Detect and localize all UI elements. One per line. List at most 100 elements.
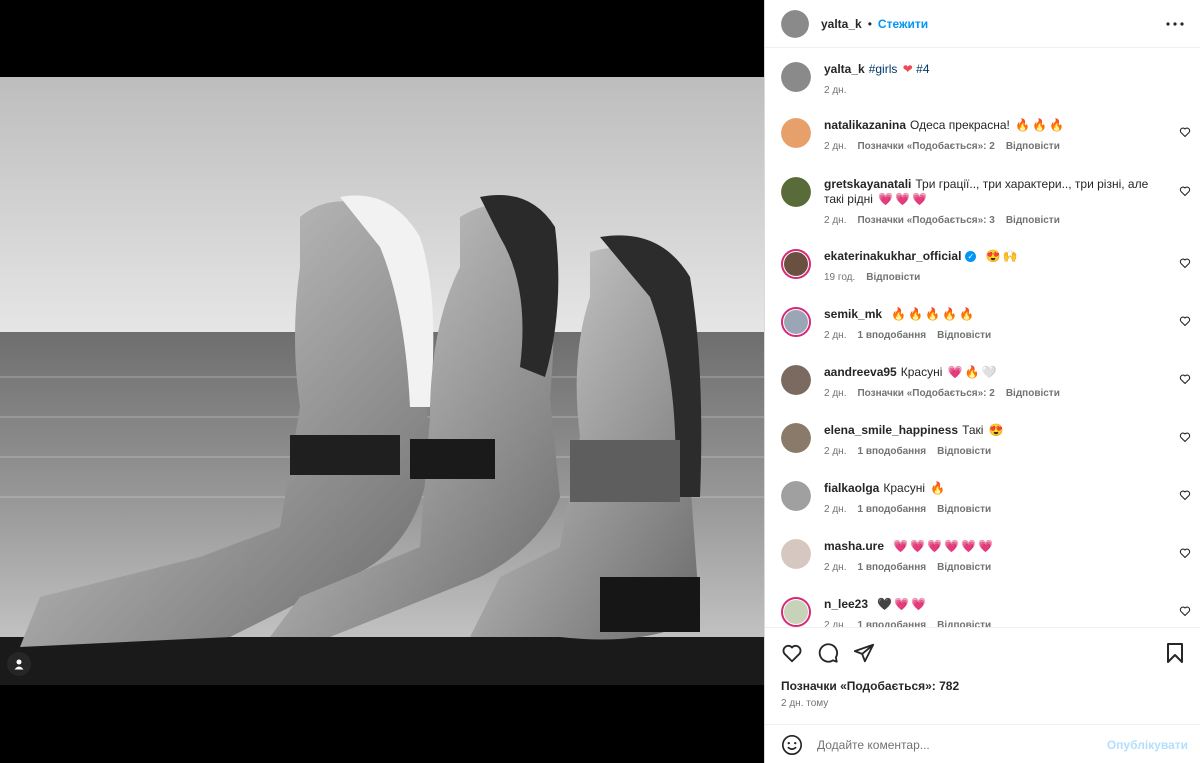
post-comment-button[interactable]: Опублікувати [1107, 738, 1188, 752]
comment-input[interactable] [817, 737, 1107, 752]
like-icon[interactable] [781, 642, 805, 666]
comment-username[interactable]: gretskayanatali [824, 177, 911, 191]
comment-username[interactable]: elena_smile_happiness [824, 423, 958, 437]
like-comment-icon[interactable] [1179, 605, 1193, 619]
emoji: 🔥 [959, 307, 975, 321]
comment-item: elena_smile_happiness Такі 😍 2 дн. 1 впод… [781, 423, 1193, 457]
comment-likes[interactable]: 1 вподобання [857, 620, 926, 627]
comment-time: 2 дн. [824, 446, 847, 457]
avatar[interactable] [781, 539, 811, 569]
like-comment-icon[interactable] [1179, 547, 1193, 561]
emoji: 💗 [944, 539, 960, 553]
comment-likes[interactable]: 1 вподобання [857, 504, 926, 515]
comment-item: fialkaolga Красуні 🔥 2 дн. 1 вподобання В… [781, 481, 1193, 515]
verified-badge-icon: ✓ [965, 251, 977, 262]
share-icon[interactable] [853, 642, 877, 666]
avatar[interactable] [781, 597, 811, 627]
avatar[interactable] [781, 177, 811, 207]
comment-likes[interactable]: Позначки «Подобається»: 2 [857, 388, 994, 399]
like-comment-icon[interactable] [1179, 315, 1193, 329]
emoji: 🔥 [891, 307, 907, 321]
reply-button[interactable]: Відповісти [937, 446, 991, 457]
emoji: 🙌 [1002, 249, 1018, 263]
avatar[interactable] [781, 249, 811, 279]
comment-likes[interactable]: 1 вподобання [857, 562, 926, 573]
comment-username[interactable]: masha.ure [824, 539, 884, 553]
avatar[interactable] [781, 481, 811, 511]
comment-icon[interactable] [817, 642, 841, 666]
like-comment-icon[interactable] [1179, 489, 1193, 503]
comment-username[interactable]: ekaterinakukhar_official [824, 249, 961, 263]
emoji: 💗 [910, 539, 926, 553]
reply-button[interactable]: Відповісти [937, 330, 991, 341]
emoji: 🔥 [942, 307, 958, 321]
comment-time: 2 дн. [824, 330, 847, 341]
post-photo[interactable] [0, 77, 764, 685]
follow-button[interactable]: Стежити [878, 17, 928, 31]
likes-count[interactable]: Позначки «Подобається»: 782 [781, 679, 959, 693]
comment-likes[interactable]: 1 вподобання [857, 446, 926, 457]
like-comment-icon[interactable] [1179, 185, 1193, 199]
comment-time: 2 дн. [824, 215, 847, 226]
like-comment-icon[interactable] [1179, 431, 1193, 445]
comment-likes[interactable]: Позначки «Подобається»: 3 [857, 215, 994, 226]
post-sidebar: yalta_k • Стежити yalta_k #girls ❤ #4 2 д… [764, 0, 1200, 763]
reply-button[interactable]: Відповісти [937, 562, 991, 573]
comments-list[interactable]: yalta_k #girls ❤ #4 2 дн. natalikazanina О… [765, 49, 1200, 627]
comment-text: Красуні [883, 481, 925, 495]
post-header: yalta_k • Стежити [765, 0, 1200, 48]
emoji: 💗 [878, 192, 894, 206]
caption-username[interactable]: yalta_k [824, 62, 865, 76]
avatar[interactable] [781, 62, 811, 92]
emoji: 💗 [978, 539, 994, 553]
like-comment-icon[interactable] [1179, 373, 1193, 387]
comment-item: masha.ure 💗 💗 💗 💗 💗 💗 2 дн. 1 вподобання Відп… [781, 539, 1193, 573]
post-caption: yalta_k #girls ❤ #4 2 дн. [781, 62, 1193, 96]
emoji: 💗 [927, 539, 943, 553]
reply-button[interactable]: Відповісти [937, 620, 991, 627]
reply-button[interactable]: Відповісти [1006, 141, 1060, 152]
add-comment-bar: Опублікувати [765, 724, 1200, 763]
comment-username[interactable]: semik_mk [824, 307, 882, 321]
hashtag-link[interactable]: #girls [869, 62, 898, 76]
hashtag-link[interactable]: #4 [916, 62, 929, 76]
comment-time: 2 дн. [824, 388, 847, 399]
comment-time: 2 дн. [824, 141, 847, 152]
emoji: 🔥 [1032, 118, 1048, 132]
avatar[interactable] [781, 9, 809, 38]
like-comment-icon[interactable] [1179, 126, 1193, 140]
avatar[interactable] [781, 307, 811, 337]
comment-item: semik_mk 🔥 🔥 🔥 🔥 🔥 2 дн. 1 вподобання Відпов… [781, 307, 1193, 341]
emoji: 🔥 [1015, 118, 1031, 132]
emoji: 💗 [961, 539, 977, 553]
avatar[interactable] [781, 365, 811, 395]
emoji-icon[interactable] [781, 734, 803, 756]
reply-button[interactable]: Відповісти [1006, 388, 1060, 399]
tag-user-icon[interactable] [7, 652, 31, 676]
comment-likes[interactable]: 1 вподобання [857, 330, 926, 341]
comment-item: natalikazanina Одеса прекрасна! 🔥 🔥 🔥 2 дн.… [781, 118, 1193, 152]
reply-button[interactable]: Відповісти [937, 504, 991, 515]
more-options-icon[interactable] [1163, 12, 1187, 36]
comment-username[interactable]: natalikazanina [824, 118, 906, 132]
reply-button[interactable]: Відповісти [866, 272, 920, 283]
reply-button[interactable]: Відповісти [1006, 215, 1060, 226]
comment-time: 2 дн. [824, 562, 847, 573]
comment-username[interactable]: aandreeva95 [824, 365, 897, 379]
comment-item: aandreeva95 Красуні 💗 🔥 🤍 2 дн. Позначки «П… [781, 365, 1193, 399]
emoji: 🔥 [925, 307, 941, 321]
comment-likes[interactable]: Позначки «Подобається»: 2 [857, 141, 994, 152]
comment-username[interactable]: fialkaolga [824, 481, 879, 495]
media-pane [0, 0, 764, 763]
emoji: 💗 [911, 597, 927, 611]
like-comment-icon[interactable] [1179, 257, 1193, 271]
comment-username[interactable]: n_lee23 [824, 597, 868, 611]
author-username[interactable]: yalta_k [821, 17, 862, 31]
emoji: 💗 [912, 192, 928, 206]
emoji: 💗 [894, 597, 910, 611]
save-icon[interactable] [1165, 642, 1189, 666]
avatar[interactable] [781, 423, 811, 453]
avatar[interactable] [781, 118, 811, 148]
emoji: 💗 [895, 192, 911, 206]
emoji: 🔥 [908, 307, 924, 321]
